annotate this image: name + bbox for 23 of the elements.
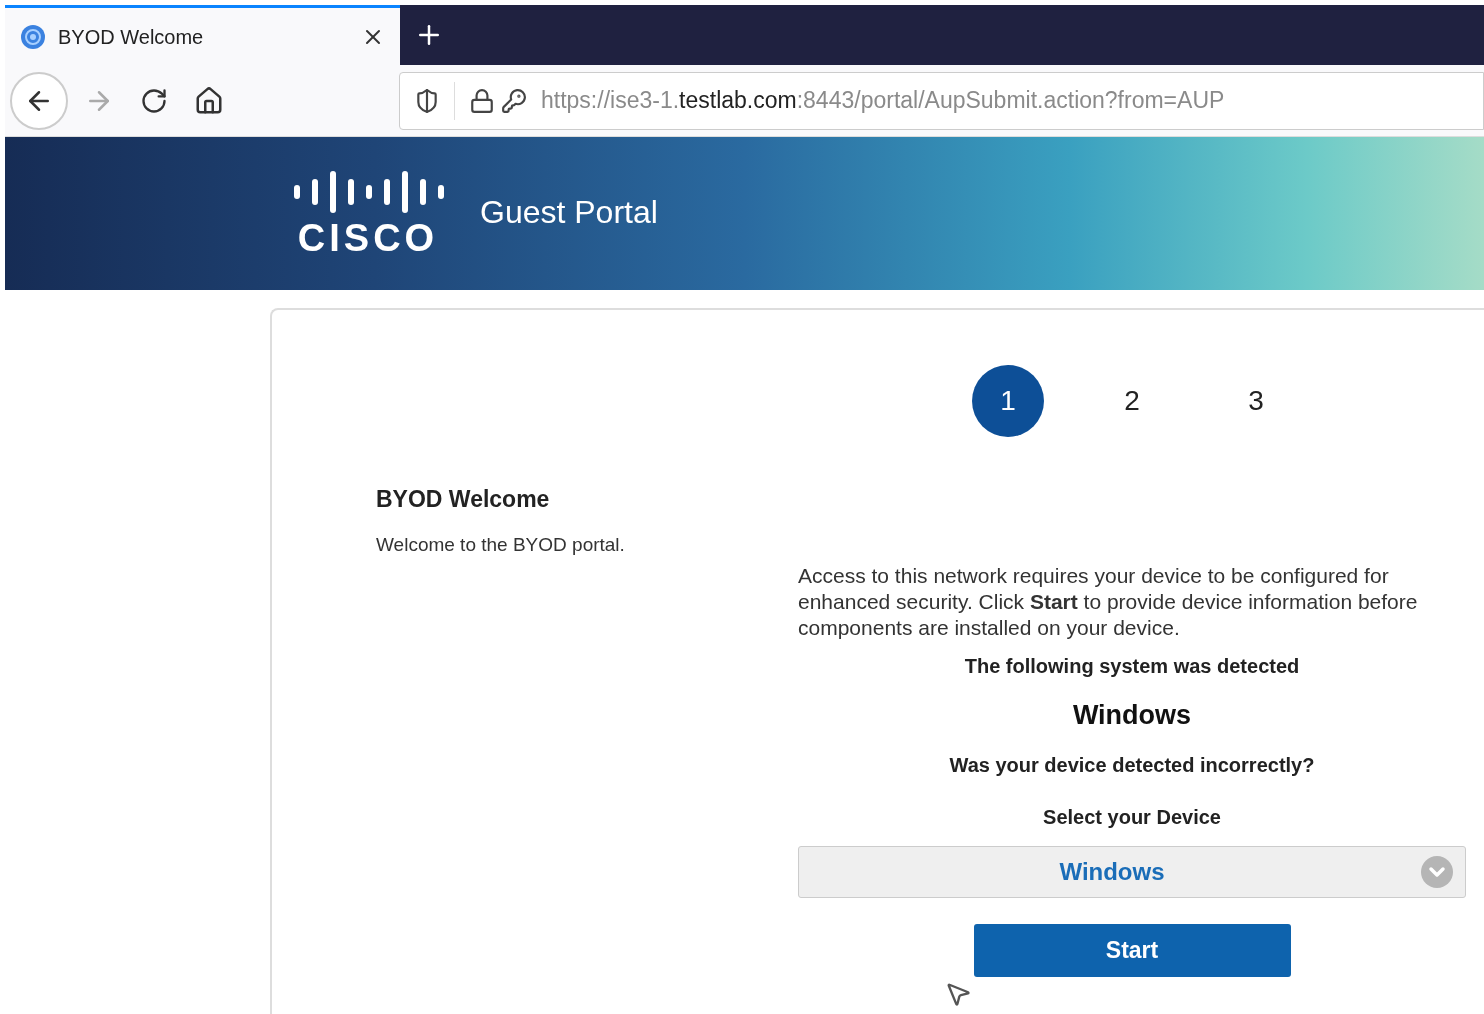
logo-wordmark: CISCO	[297, 218, 439, 257]
url-text: https://ise3-1.testlab.com:8443/portal/AupSubmit.action?from=AUP	[541, 86, 1225, 116]
welcome-title: BYOD Welcome	[376, 485, 551, 514]
key-icon[interactable]	[501, 87, 527, 114]
welcome-text: Welcome to the BYOD portal.	[376, 532, 626, 557]
chevron-icon	[1421, 855, 1453, 888]
address-bar[interactable]: https://ise3-1.testlab.com:8443/portal/AupSubmit.action?from=AUP	[399, 71, 1484, 130]
device-dropdown[interactable]: Windows	[798, 845, 1466, 898]
instructions-text: Access to this network requires your device to be configured for enhanced security. Click Start to provide device information before components are installed on your device.	[798, 563, 1419, 641]
detection-question: Was your device detected incorrectly?	[949, 752, 1315, 778]
browser-tab[interactable]: BYOD Welcome	[5, 5, 400, 65]
select-label: Select your Device	[1043, 804, 1221, 830]
step-indicator: 2	[1123, 384, 1141, 418]
portal-title: Guest Portal	[480, 192, 658, 232]
detected-system: Windows	[1072, 699, 1192, 732]
start-button[interactable]: Start	[973, 923, 1291, 977]
tab-title: BYOD Welcome	[58, 24, 205, 50]
reload-icon[interactable]	[140, 86, 168, 115]
step-indicator: 3	[1247, 384, 1265, 418]
shield-icon[interactable]	[414, 87, 440, 114]
detected-label: The following system was detected	[964, 654, 1300, 679]
home-icon[interactable]	[194, 85, 224, 116]
step-indicator: 1	[972, 365, 1044, 437]
